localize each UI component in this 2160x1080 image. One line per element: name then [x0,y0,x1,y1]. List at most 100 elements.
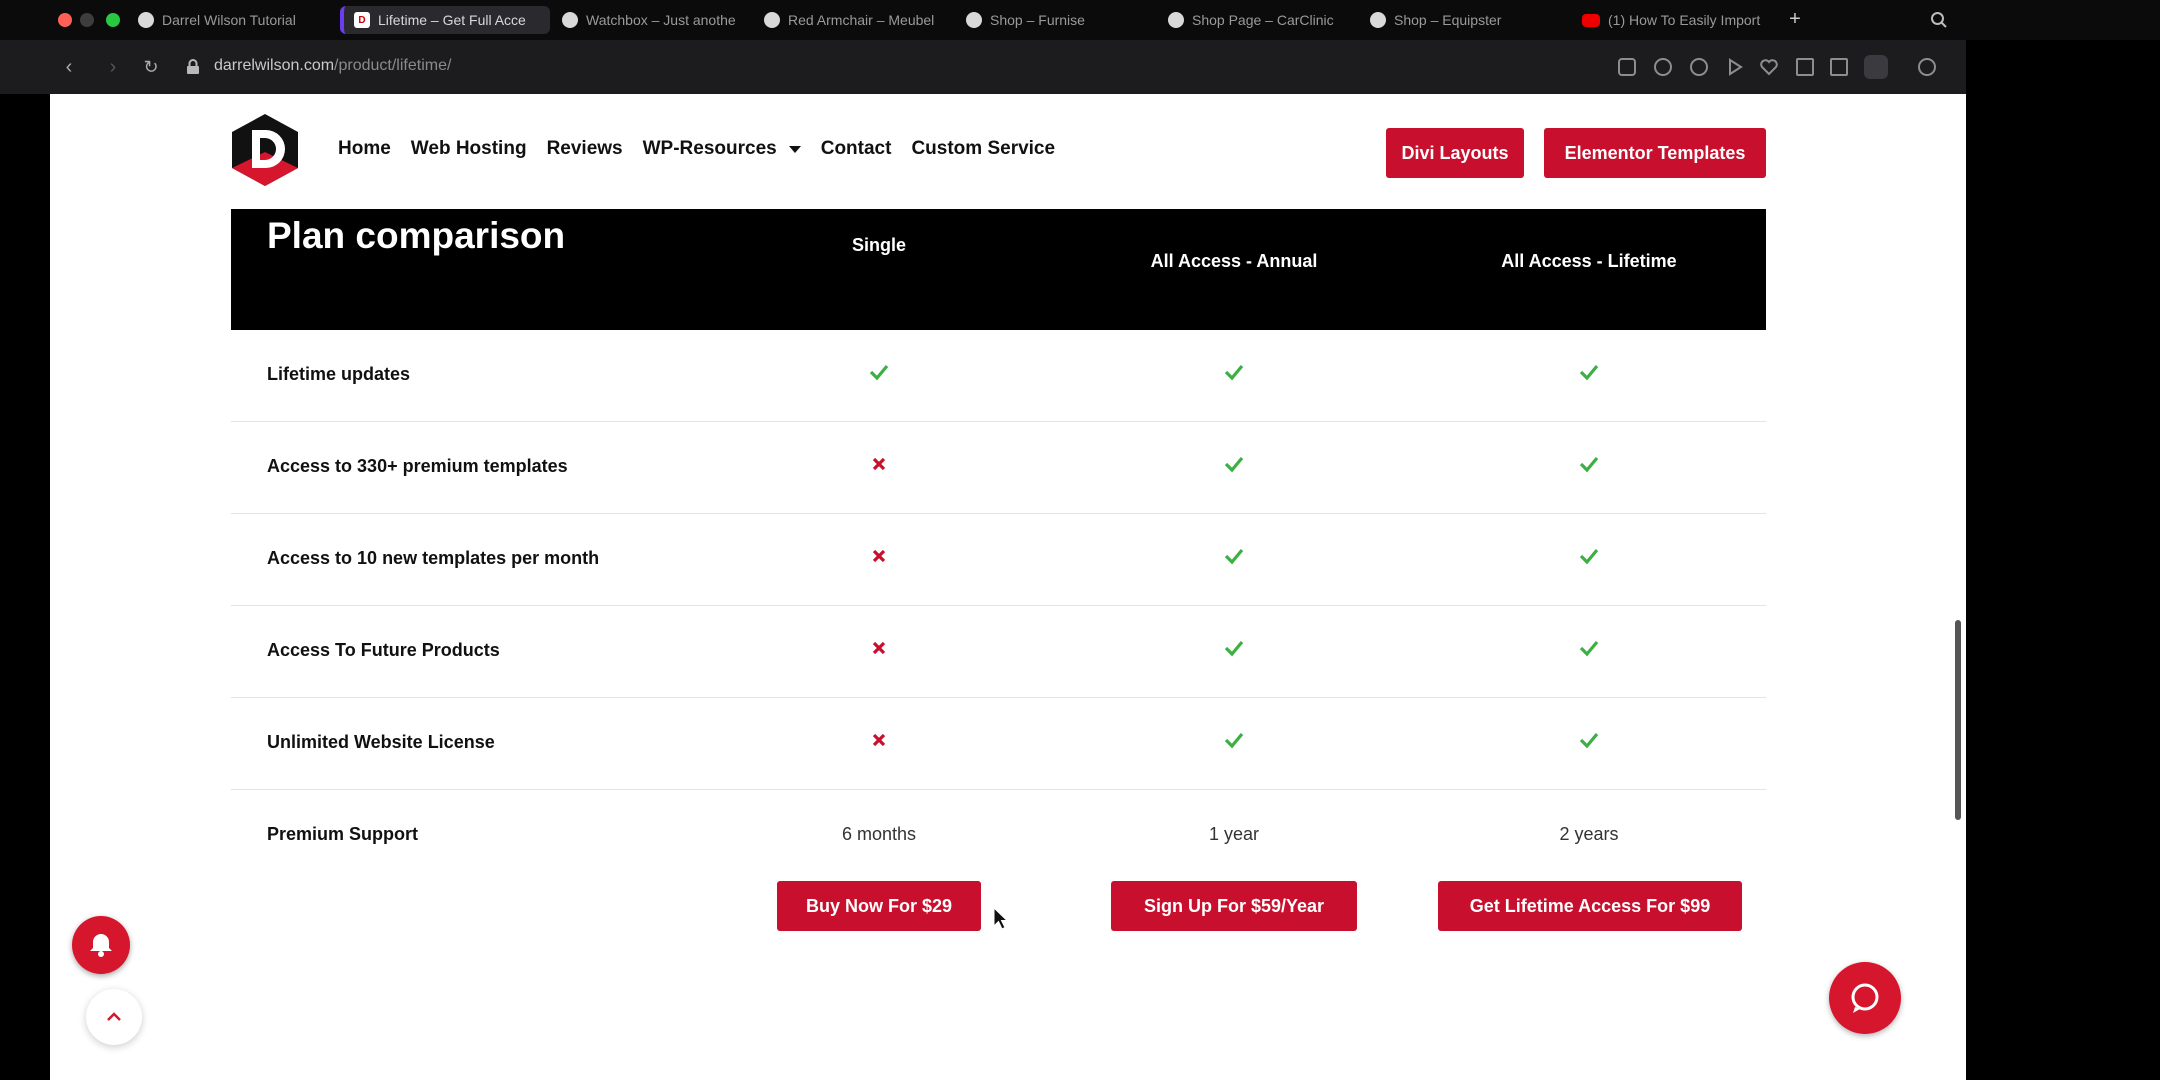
url-path: /product/lifetime/ [334,57,452,74]
youtube-icon [1582,13,1600,27]
browser-tab[interactable]: Shop – Equipster [1360,6,1560,34]
column-head-single: Single [851,235,906,255]
edit-icon[interactable] [1618,58,1636,76]
tab-label: Lifetime – Get Full Acce [378,12,526,28]
comparison-table-header: Plan comparison Single All Access - Annu… [231,209,1766,330]
url-domain: darrelwilson.com [214,57,335,74]
row-label: Lifetime updates [267,364,411,384]
tab-label: Red Armchair – Meubel [788,12,935,28]
forward-arrow-icon[interactable]: › [102,56,124,78]
nav-home[interactable]: Home [338,138,391,160]
notification-bell-button[interactable] [72,916,130,974]
block-icon[interactable] [1690,58,1708,76]
new-tab-plus-icon[interactable]: + [1785,9,1805,29]
comparison-row: Access to 330+ premium templates [231,422,1766,514]
bell-icon [90,934,112,957]
darrel-wilson-logo[interactable] [230,112,300,188]
divi-layouts-button[interactable]: Divi Layouts [1386,128,1524,178]
profile-icon[interactable] [1864,55,1888,79]
comparison-row: Access To Future Products [231,606,1766,698]
row-label: Access to 330+ premium templates [267,456,568,476]
nav-contact[interactable]: Contact [821,138,892,160]
right-gutter [1966,40,2160,1080]
camera-icon[interactable] [1654,58,1672,76]
support-duration: 1 year [1208,824,1260,844]
play-icon[interactable] [1726,58,1744,76]
buy-single-button[interactable]: Buy Now For $29 [777,881,981,931]
minimize-window-button[interactable] [80,13,94,27]
search-tabs-icon[interactable] [1930,11,1948,29]
lock-icon [187,59,199,74]
chevron-down-icon [788,145,801,153]
tab-label: Watchbox – Just anothe [586,12,736,28]
row-label: Unlimited Website License [267,732,495,752]
chevron-up-icon [107,1012,121,1021]
nav-custom-service[interactable]: Custom Service [911,138,1055,160]
back-to-top-button[interactable] [86,989,142,1045]
plan-comparison-title: Plan comparison [267,215,566,256]
check-icon [1204,452,1264,476]
check-icon [1559,360,1619,384]
browser-tab[interactable]: (1) How To Easily Import [1572,6,1772,34]
browser-tab[interactable]: Shop Page – CarClinic [1158,6,1368,34]
menu-grid-icon[interactable] [1830,58,1848,76]
column-head-lifetime: All Access - Lifetime [1501,251,1677,271]
browser-tab[interactable]: Red Armchair – Meubel [754,6,954,34]
tab-label: Shop Page – CarClinic [1192,12,1334,28]
globe-icon [138,12,154,28]
support-duration: 6 months [841,824,917,844]
row-label: Access to 10 new templates per month [267,548,600,568]
browser-tab[interactable]: Watchbox – Just anothe [552,6,752,34]
check-icon [1204,636,1264,660]
globe-icon [966,12,982,28]
check-icon [1559,544,1619,568]
extensions-icon[interactable] [1918,58,1936,76]
main-nav: Home Web Hosting Reviews WP-Resources Co… [338,138,1055,160]
chat-bubble-icon [1851,983,1879,1013]
comparison-row: Premium Support 6 months 1 year 2 years [231,790,1766,882]
lifetime-access-button[interactable]: Get Lifetime Access For $99 [1438,881,1742,931]
tab-label: Darrel Wilson Tutorial [162,12,296,28]
nav-wp-resources-label: WP-Resources [642,138,777,159]
url-field[interactable]: darrelwilson.com/product/lifetime/ [214,57,451,75]
check-icon [1559,728,1619,752]
cross-icon [849,452,909,476]
page-scrollbar[interactable] [1955,620,1961,820]
d-logo-icon: D [354,12,370,28]
back-arrow-icon[interactable]: ‹ [58,56,80,78]
tab-label: Shop – Furnise [990,12,1085,28]
globe-icon [764,12,780,28]
comparison-row: Unlimited Website License [231,698,1766,790]
browser-tab-active[interactable]: D Lifetime – Get Full Acce [340,6,550,34]
heart-icon[interactable] [1760,58,1778,76]
maximize-window-button[interactable] [106,13,120,27]
globe-icon [562,12,578,28]
reload-icon[interactable]: ↻ [140,56,162,78]
check-icon [1559,452,1619,476]
comparison-row: Access to 10 new templates per month [231,514,1766,606]
check-icon [1204,544,1264,568]
check-icon [849,360,909,384]
check-icon [1204,728,1264,752]
cross-icon [849,728,909,752]
browser-tab[interactable]: Darrel Wilson Tutorial [128,6,338,34]
nav-web-hosting[interactable]: Web Hosting [411,138,527,160]
browser-tab[interactable]: Shop – Furnise [956,6,1156,34]
globe-icon [1370,12,1386,28]
nav-reviews[interactable]: Reviews [547,138,623,160]
support-chat-button[interactable] [1829,962,1901,1034]
download-icon[interactable] [1796,58,1814,76]
support-duration: 2 years [1559,824,1619,844]
globe-icon [1168,12,1184,28]
sign-up-annual-button[interactable]: Sign Up For $59/Year [1111,881,1357,931]
nav-wp-resources[interactable]: WP-Resources [643,138,801,160]
close-window-button[interactable] [58,13,72,27]
tab-label: Shop – Equipster [1394,12,1502,28]
web-page: Home Web Hosting Reviews WP-Resources Co… [50,94,1966,1080]
row-label: Access To Future Products [267,640,500,660]
cross-icon [849,636,909,660]
column-head-annual: All Access - Annual [1150,251,1318,271]
tab-bar: Darrel Wilson Tutorial D Lifetime – Get … [0,0,2160,40]
comparison-row: Lifetime updates [231,330,1766,422]
elementor-templates-button[interactable]: Elementor Templates [1544,128,1766,178]
